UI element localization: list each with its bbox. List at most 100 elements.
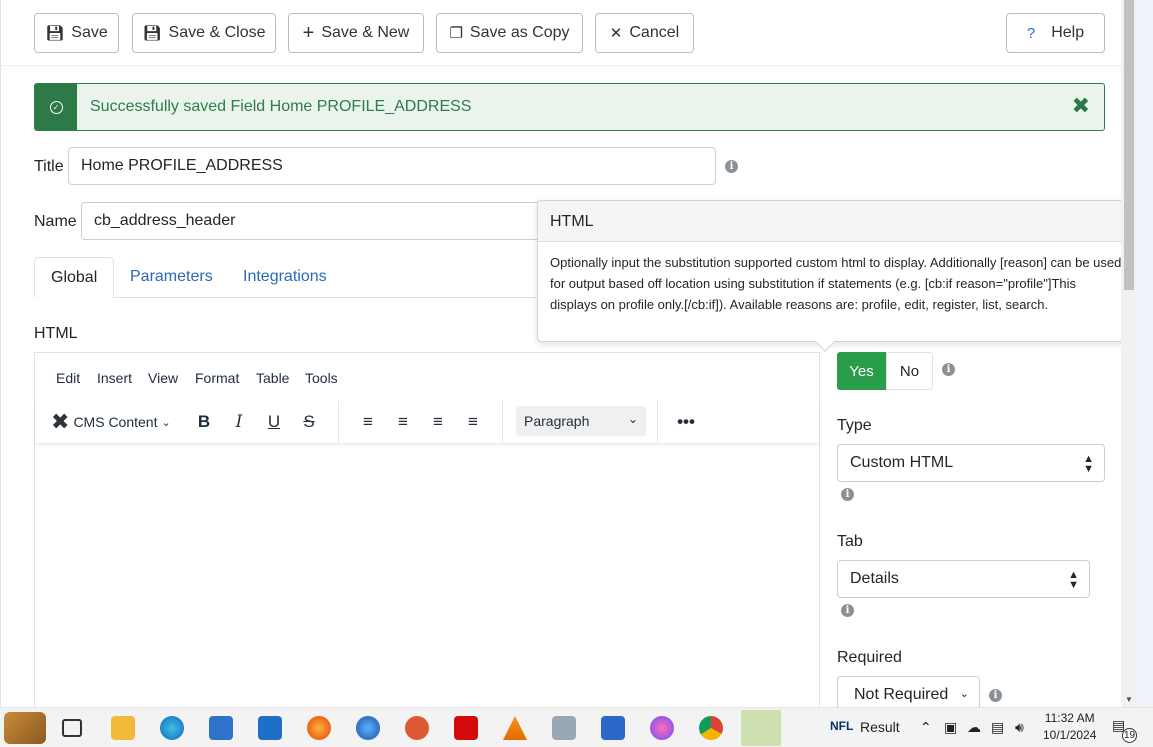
info-icon[interactable]: i [841, 604, 854, 617]
mail-icon[interactable] [258, 716, 282, 740]
firefox-icon[interactable] [307, 716, 331, 740]
save-close-label: Save & Close [168, 24, 266, 41]
cancel-button[interactable]: ✕ Cancel [595, 13, 694, 53]
tab-value: Details [850, 570, 899, 587]
html-editor: Edit Insert View Format Table Tools ✖ CM… [34, 352, 820, 707]
toolbar-separator [657, 401, 658, 443]
thunderbird-icon[interactable] [356, 716, 380, 740]
tab-integrations[interactable]: Integrations [227, 257, 343, 298]
tab-label: Tab [837, 533, 863, 550]
page-scrollbar[interactable]: ▼ [1121, 0, 1137, 707]
vlc-icon[interactable] [503, 716, 527, 740]
windows-taskbar: NFL Result ⌃ ▣ ☁ ▤ 🔊︎ 11:32 AM 10/1/2024… [0, 707, 1153, 747]
title-input[interactable]: Home PROFILE_ADDRESS [68, 147, 716, 185]
duckduckgo-icon[interactable] [405, 716, 429, 740]
menu-insert[interactable]: Insert [97, 370, 132, 386]
info-icon[interactable]: i [841, 488, 854, 501]
yes-option[interactable]: Yes [837, 352, 886, 390]
info-icon[interactable]: i [725, 160, 738, 173]
save-as-copy-button[interactable]: ❐ Save as Copy [436, 13, 583, 53]
clock-date: 10/1/2024 [1043, 728, 1097, 742]
espn-icon[interactable] [454, 716, 478, 740]
page: 💾︎ Save 💾︎ Save & Close + Save & New ❐ S… [0, 0, 1137, 707]
paint-icon[interactable] [650, 716, 674, 740]
scrollbar-thumb[interactable] [1124, 0, 1134, 290]
cancel-label: Cancel [629, 24, 680, 41]
floppy-disk-icon: 💾︎ [142, 25, 162, 42]
align-right-icon[interactable]: ≡ [425, 409, 451, 435]
type-select[interactable]: Custom HTML ▲ ▼ [837, 444, 1105, 482]
save-button[interactable]: 💾︎ Save [34, 13, 119, 53]
save-label: Save [71, 24, 108, 41]
help-button[interactable]: ? Help [1006, 13, 1105, 53]
save-as-copy-label: Save as Copy [469, 24, 570, 41]
chevron-up-icon[interactable]: ⌃ [920, 719, 932, 736]
notification-count-badge: 19 [1122, 728, 1137, 743]
save-close-button[interactable]: 💾︎ Save & Close [132, 13, 276, 53]
action-toolbar: 💾︎ Save 💾︎ Save & Close + Save & New ❐ S… [1, 0, 1137, 66]
name-label: Name [34, 213, 77, 230]
align-left-icon[interactable]: ≡ [355, 409, 381, 435]
menu-table[interactable]: Table [256, 370, 289, 386]
alert-message: Successfully saved Field Home PROFILE_AD… [90, 98, 472, 115]
menu-edit[interactable]: Edit [56, 370, 80, 386]
task-view-icon[interactable] [62, 719, 82, 737]
more-icon[interactable]: ••• [673, 409, 699, 435]
network-icon[interactable]: ▤ [991, 719, 1004, 736]
cms-content-button[interactable]: ✖ CMS Content ⌄ [51, 409, 191, 435]
editor-toolbar: ✖ CMS Content ⌄ B I U S ≡ ≡ ≡ ≡ Paragrap… [35, 401, 819, 443]
no-option[interactable]: No [886, 352, 933, 390]
nfl-icon[interactable]: NFL [830, 719, 853, 733]
alert-stripe: ✓ [35, 84, 77, 130]
chevron-down-icon: ⌄ [959, 688, 969, 700]
news-widget-label[interactable]: Result [860, 719, 900, 735]
block-format-select[interactable]: Paragraph ⌄ [516, 406, 646, 436]
plus-icon: + [302, 21, 315, 44]
docs-icon[interactable] [601, 716, 625, 740]
edge-icon[interactable] [160, 716, 184, 740]
menu-tools[interactable]: Tools [305, 370, 338, 386]
file-explorer-icon[interactable] [111, 716, 135, 740]
info-icon[interactable]: i [942, 363, 955, 376]
tab-global[interactable]: Global [34, 257, 115, 298]
required-select[interactable]: Not Required ⌄ [837, 676, 980, 707]
volume-icon[interactable]: 🔊︎ [1015, 719, 1024, 736]
menu-view[interactable]: View [148, 370, 178, 386]
monitor-icon[interactable] [552, 716, 576, 740]
tab-parameters[interactable]: Parameters [114, 257, 229, 298]
menu-format[interactable]: Format [195, 370, 239, 386]
title-label: Title [34, 158, 64, 175]
chrome-icon[interactable] [699, 716, 723, 740]
strikethrough-icon[interactable]: S [296, 409, 322, 435]
toolbar-separator [502, 401, 503, 443]
html-label: HTML [34, 325, 78, 342]
success-alert: ✓ Successfully saved Field Home PROFILE_… [34, 83, 1105, 131]
widgets-icon[interactable] [4, 712, 46, 744]
name-input[interactable]: cb_address_header [81, 202, 551, 240]
justify-icon[interactable]: ≡ [460, 409, 486, 435]
close-icon: ✕ [609, 25, 623, 42]
italic-icon[interactable]: I [226, 409, 252, 435]
onedrive-icon[interactable]: ☁ [967, 719, 981, 736]
tab-select[interactable]: Details ▲ ▼ [837, 560, 1090, 598]
clock-time: 11:32 AM [1044, 711, 1095, 725]
bold-icon[interactable]: B [191, 409, 217, 435]
copy-icon: ❐ [449, 25, 463, 42]
align-center-icon[interactable]: ≡ [390, 409, 416, 435]
active-app-icon[interactable] [741, 710, 781, 746]
info-icon[interactable]: i [989, 689, 1002, 702]
chevron-down-icon: ⌄ [161, 416, 171, 429]
close-alert-icon[interactable]: ✖ [1072, 93, 1090, 119]
published-toggle[interactable]: Yes No [837, 352, 933, 390]
underline-icon[interactable]: U [261, 409, 287, 435]
help-label: Help [1051, 24, 1085, 41]
save-new-button[interactable]: + Save & New [288, 13, 424, 53]
check-circle-icon: ✓ [49, 100, 63, 114]
cms-content-label: CMS Content [73, 414, 158, 430]
store-icon[interactable] [209, 716, 233, 740]
scroll-down-icon[interactable]: ▼ [1125, 695, 1133, 704]
chevron-down-icon: ⌄ [627, 412, 638, 426]
clock[interactable]: 11:32 AM 10/1/2024 [1043, 711, 1096, 742]
meet-icon[interactable]: ▣ [944, 719, 957, 736]
popover-arrow [815, 332, 835, 352]
